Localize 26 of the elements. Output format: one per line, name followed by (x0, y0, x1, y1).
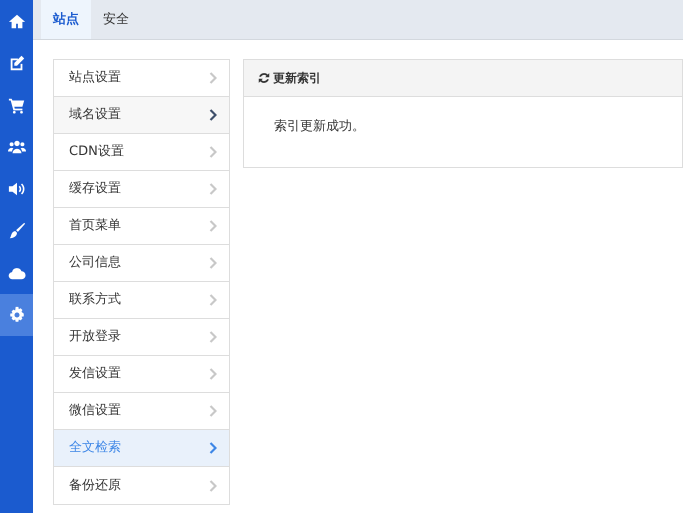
menu-item[interactable]: 域名设置 (54, 97, 229, 134)
chevron-icon (209, 183, 217, 195)
panel-title: 更新索引 (273, 70, 321, 87)
cart-icon (8, 96, 26, 114)
chevron-icon (209, 294, 217, 306)
tab[interactable]: 站点 (41, 0, 91, 39)
chevron-icon (209, 109, 217, 121)
chevron-icon (209, 146, 217, 158)
volume-icon (8, 180, 26, 198)
chevron-icon (209, 72, 217, 84)
chevron-icon (209, 257, 217, 269)
chevron-icon (209, 368, 217, 380)
chevron-icon (209, 220, 217, 232)
users-icon (8, 138, 26, 156)
edit-icon (8, 54, 26, 72)
chevron-icon (209, 331, 217, 343)
refresh-icon (258, 72, 270, 84)
chevron-icon (209, 442, 217, 454)
success-message: 索引更新成功。 (274, 119, 365, 134)
home-icon (8, 12, 26, 30)
tab[interactable]: 安全 (91, 0, 141, 39)
sidebar-item[interactable] (0, 294, 33, 336)
brush-icon (8, 222, 26, 240)
settings-icon (8, 306, 26, 324)
chevron-icon (209, 405, 217, 417)
chevron-icon (209, 480, 217, 492)
